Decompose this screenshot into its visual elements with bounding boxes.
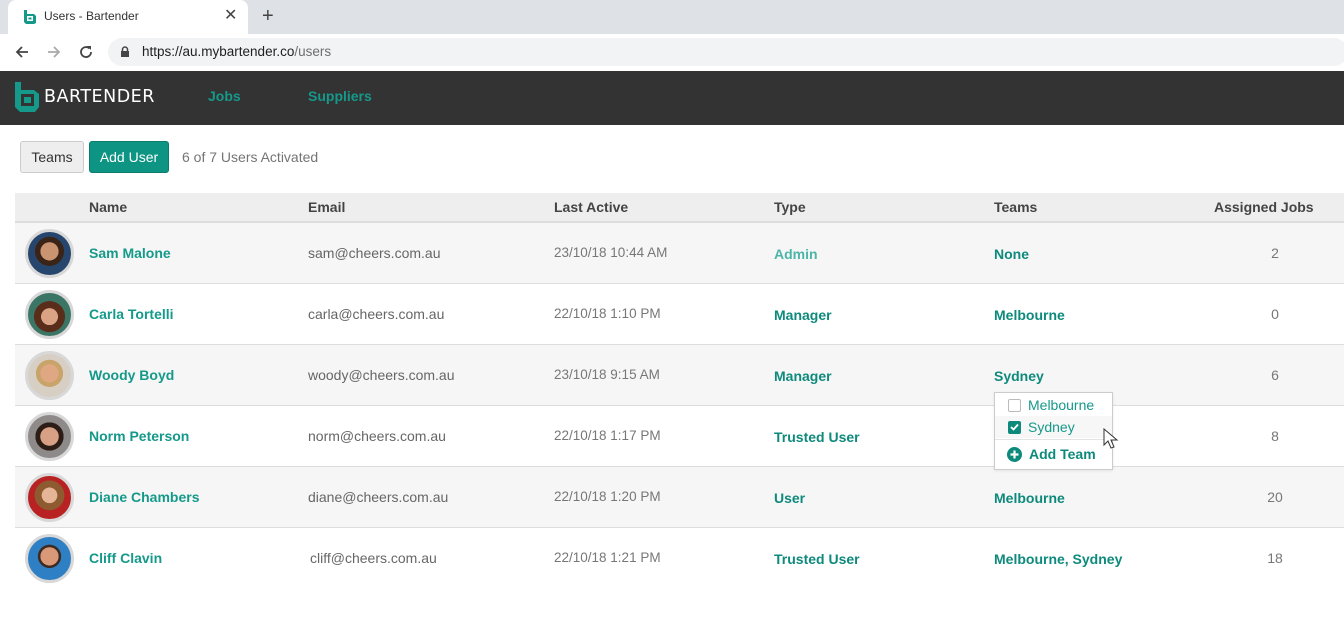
table-row: Diane Chambers diane@cheers.com.au 22/10… [15, 467, 1344, 528]
back-icon[interactable] [10, 40, 34, 64]
bartender-favicon-icon [24, 10, 36, 24]
user-email: diane@cheers.com.au [308, 489, 449, 505]
user-name[interactable]: Woody Boyd [89, 367, 174, 383]
brand-name: BARTENDER [44, 87, 155, 107]
avatar [25, 229, 74, 278]
user-name[interactable]: Sam Malone [89, 245, 171, 261]
user-teams[interactable]: Melbourne [994, 307, 1065, 323]
user-last-active: 23/10/18 10:44 AM [554, 245, 668, 260]
user-email: norm@cheers.com.au [308, 428, 446, 444]
user-name[interactable]: Norm Peterson [89, 428, 189, 444]
column-header-last-active[interactable]: Last Active [554, 199, 628, 215]
user-email: cliff@cheers.com.au [310, 550, 437, 566]
user-name[interactable]: Diane Chambers [89, 489, 199, 505]
user-assigned-jobs: 2 [1271, 245, 1279, 261]
app-header: BARTENDER Jobs Suppliers [0, 71, 1344, 125]
add-team-button[interactable]: Add Team [1007, 446, 1096, 462]
browser-toolbar: https://au.mybartender.co/users [0, 34, 1344, 71]
browser-tab[interactable]: Users - Bartender ✕ [8, 0, 248, 34]
table-row: Woody Boyd woody@cheers.com.au 23/10/18 … [15, 345, 1344, 406]
user-last-active: 22/10/18 1:21 PM [554, 550, 661, 565]
nav-jobs[interactable]: Jobs [208, 88, 241, 104]
user-teams[interactable]: Sydney [994, 368, 1044, 384]
browser-tabstrip: Users - Bartender ✕ + [0, 0, 1344, 34]
mouse-pointer-icon [1103, 428, 1119, 449]
avatar [25, 290, 74, 339]
user-teams[interactable]: Melbourne [994, 490, 1065, 506]
team-option-label: Melbourne [1028, 397, 1095, 413]
user-type[interactable]: Trusted User [774, 429, 860, 445]
nav-suppliers[interactable]: Suppliers [308, 88, 372, 104]
column-header-type[interactable]: Type [774, 199, 806, 215]
user-type[interactable]: Manager [774, 307, 832, 323]
user-name[interactable]: Cliff Clavin [89, 550, 162, 566]
users-table: Name Email Last Active Type Teams Assign… [15, 193, 1344, 589]
user-last-active: 22/10/18 1:10 PM [554, 306, 661, 321]
users-activated-count: 6 of 7 Users Activated [182, 149, 319, 165]
team-select-dropdown: Melbourne Sydney Add Team [994, 392, 1113, 470]
unchecked-checkbox-icon[interactable] [1008, 398, 1021, 412]
column-header-teams[interactable]: Teams [994, 199, 1037, 215]
plus-circle-icon [1007, 446, 1022, 462]
dropdown-divider [995, 439, 1112, 440]
user-email: woody@cheers.com.au [308, 367, 455, 383]
bartender-logo-icon [15, 82, 39, 112]
bartender-logo[interactable]: BARTENDER [14, 81, 155, 113]
table-row: Sam Malone sam@cheers.com.au 23/10/18 10… [15, 223, 1344, 284]
team-option-melbourne[interactable]: Melbourne [995, 394, 1112, 416]
column-header-name[interactable]: Name [89, 199, 127, 215]
user-last-active: 22/10/18 1:20 PM [554, 489, 661, 504]
column-header-assigned-jobs[interactable]: Assigned Jobs [1214, 199, 1314, 215]
user-assigned-jobs: 20 [1267, 489, 1283, 505]
url-path: /users [294, 44, 332, 59]
new-tab-icon[interactable]: + [262, 4, 274, 28]
url-text: https://au.mybartender.co/users [142, 44, 331, 59]
table-row: Norm Peterson norm@cheers.com.au 22/10/1… [15, 406, 1344, 467]
user-assigned-jobs: 0 [1271, 306, 1279, 322]
user-type[interactable]: Trusted User [774, 551, 860, 567]
user-email: carla@cheers.com.au [308, 306, 445, 322]
column-header-email[interactable]: Email [308, 199, 345, 215]
url-host: https://au.mybartender.co [142, 44, 295, 59]
teams-button[interactable]: Teams [20, 141, 84, 173]
add-user-button[interactable]: Add User [89, 141, 169, 173]
team-option-sydney[interactable]: Sydney [995, 416, 1112, 438]
user-teams[interactable]: Melbourne, Sydney [994, 551, 1122, 567]
lock-icon [121, 46, 129, 57]
forward-icon[interactable] [42, 40, 66, 64]
avatar [25, 412, 74, 461]
close-tab-icon[interactable]: ✕ [224, 7, 237, 25]
avatar [25, 473, 74, 522]
table-row: Carla Tortelli carla@cheers.com.au 22/10… [15, 284, 1344, 345]
user-assigned-jobs: 6 [1271, 367, 1279, 383]
add-team-label: Add Team [1029, 446, 1096, 462]
user-assigned-jobs: 18 [1267, 550, 1283, 566]
reload-icon[interactable] [74, 40, 98, 64]
user-type[interactable]: Manager [774, 368, 832, 384]
checked-checkbox-icon[interactable] [1008, 420, 1021, 434]
user-type[interactable]: Admin [774, 246, 818, 262]
team-option-label: Sydney [1028, 419, 1075, 435]
user-email: sam@cheers.com.au [308, 245, 441, 261]
avatar [25, 351, 74, 400]
avatar [25, 534, 74, 583]
user-last-active: 23/10/18 9:15 AM [554, 367, 660, 382]
user-teams[interactable]: None [994, 246, 1029, 262]
table-header: Name Email Last Active Type Teams Assign… [15, 193, 1344, 223]
user-assigned-jobs: 8 [1271, 428, 1279, 444]
table-row: Cliff Clavin cliff@cheers.com.au 22/10/1… [15, 528, 1344, 589]
user-type[interactable]: User [774, 490, 805, 506]
user-last-active: 22/10/18 1:17 PM [554, 428, 661, 443]
tab-title: Users - Bartender [44, 9, 139, 23]
address-bar[interactable]: https://au.mybartender.co/users [108, 38, 1344, 66]
user-name[interactable]: Carla Tortelli [89, 306, 174, 322]
